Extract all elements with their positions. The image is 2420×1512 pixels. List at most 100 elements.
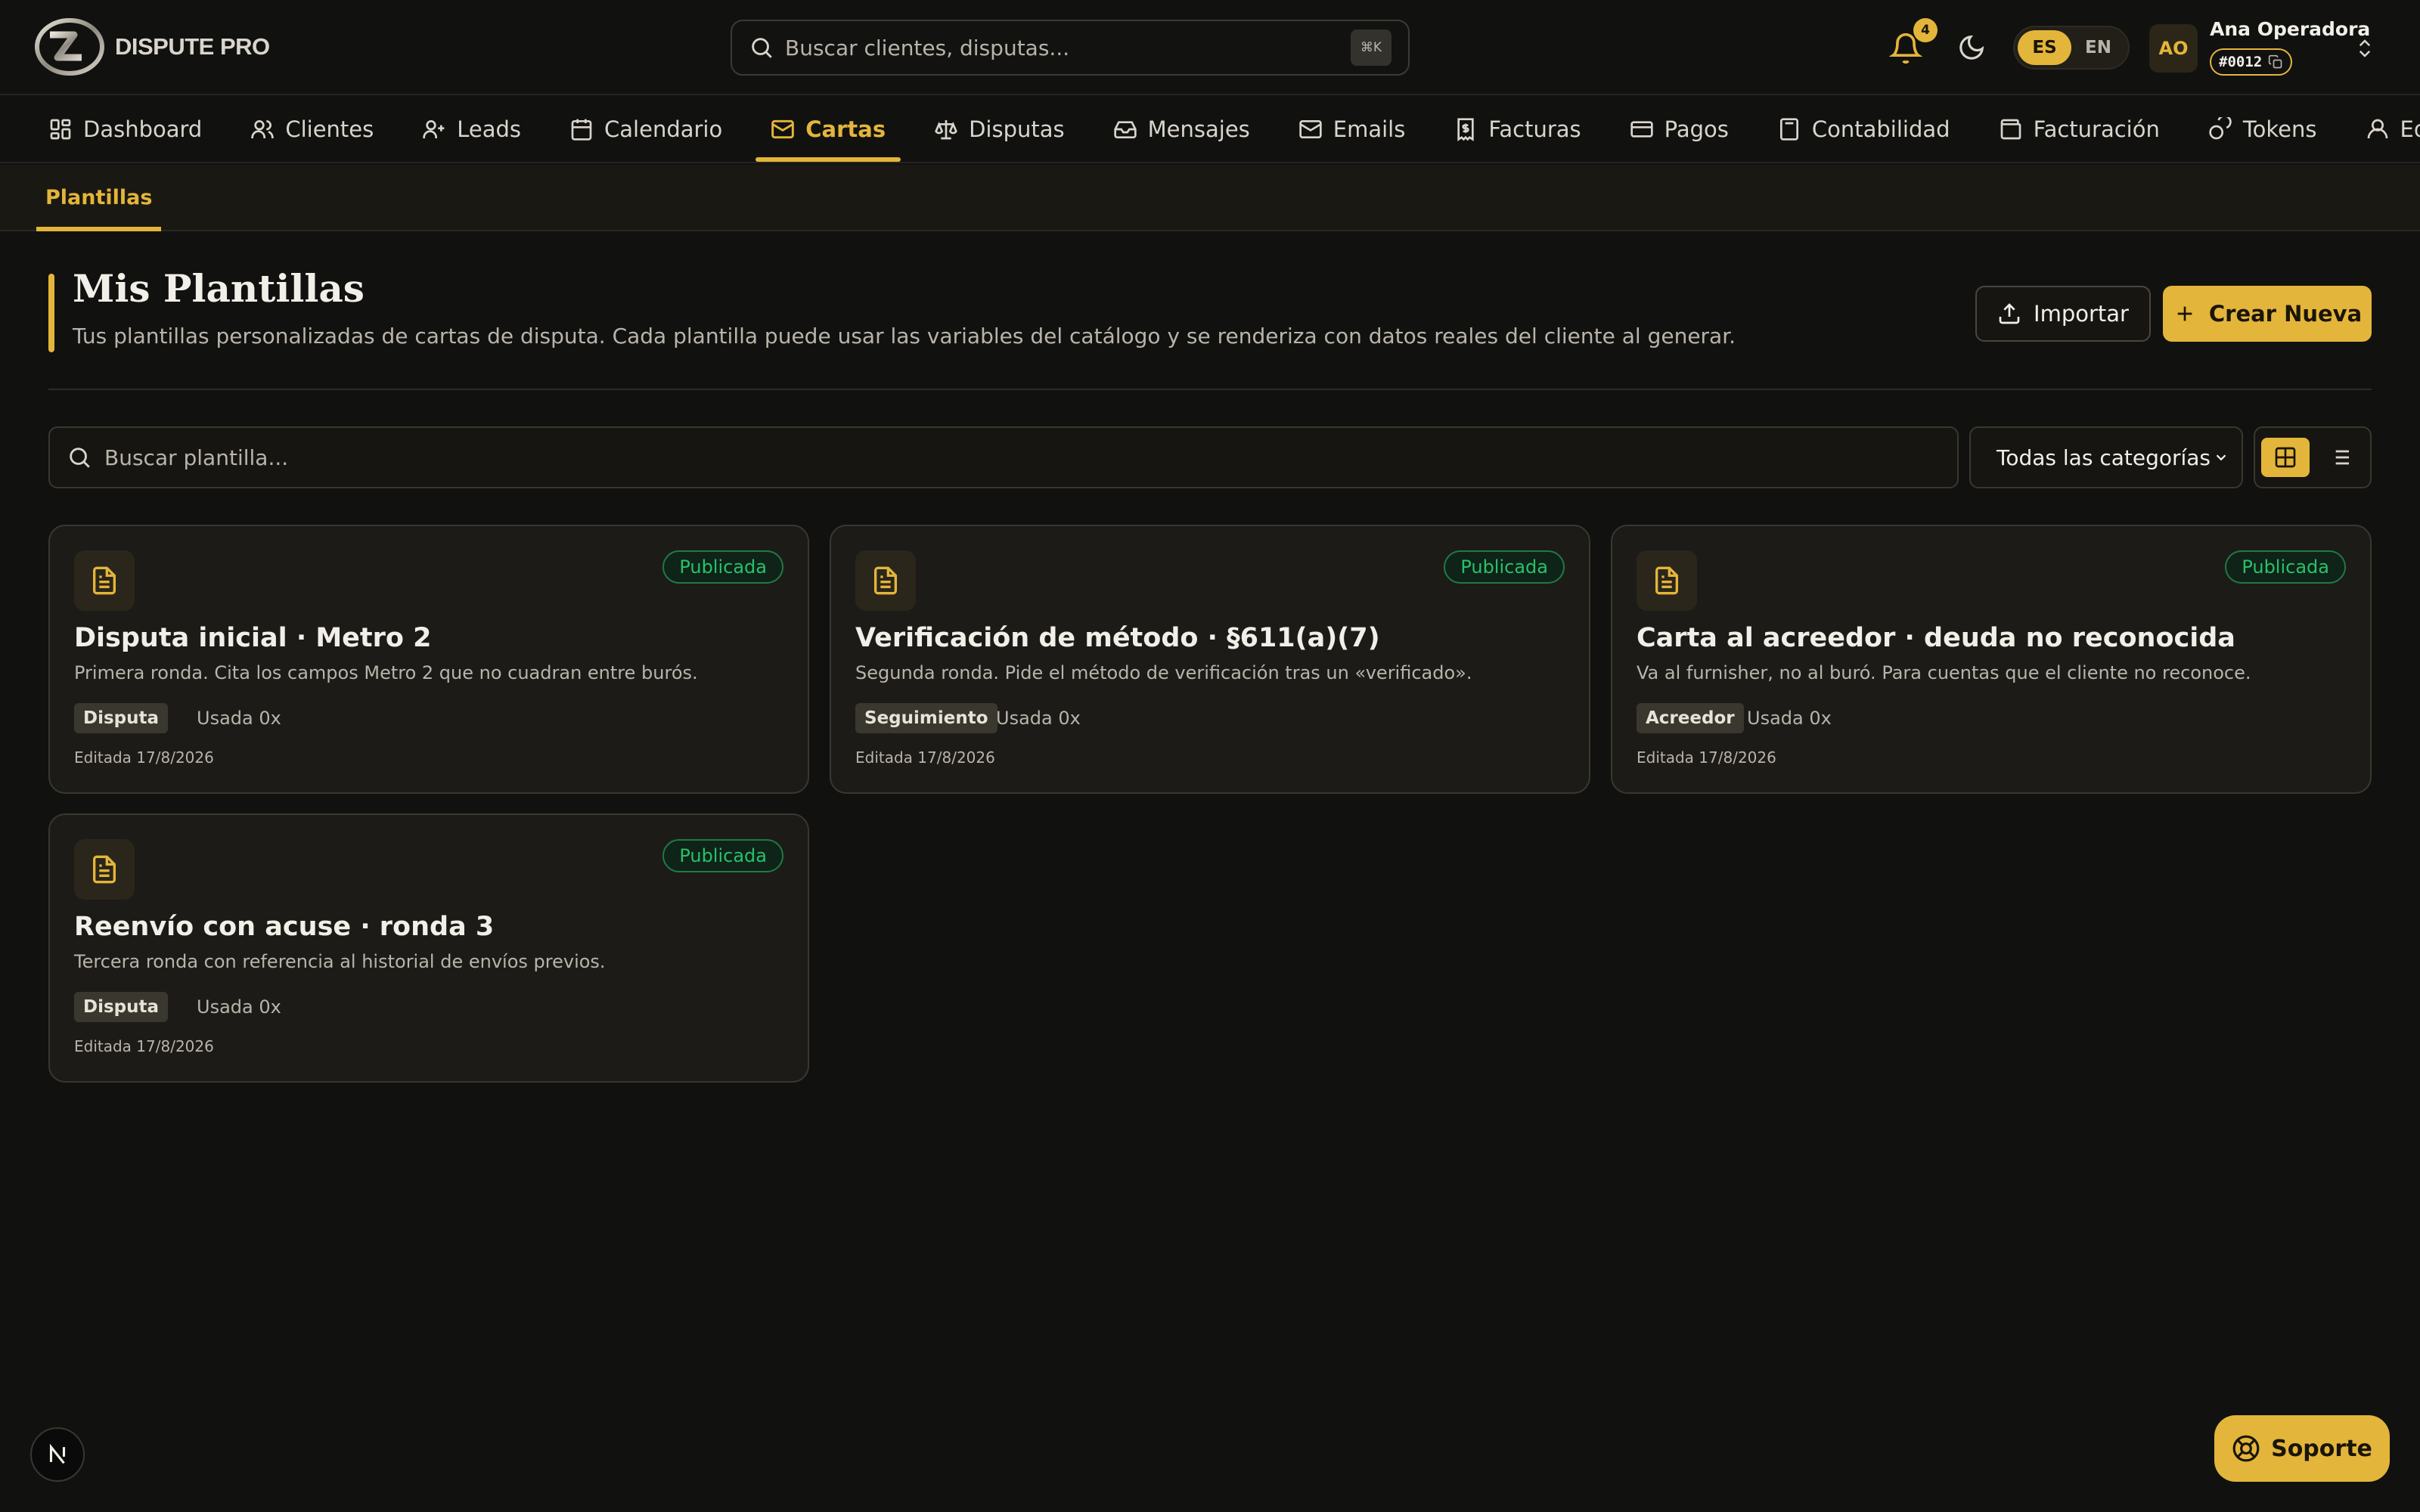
nav-item-dashboard[interactable]: Dashboard: [33, 97, 217, 162]
next-devtools-button[interactable]: [30, 1427, 85, 1482]
create-label: Crear Nueva: [2208, 301, 2363, 327]
template-description: Va al furnisher, no al buró. Para cuenta…: [1637, 662, 2251, 683]
user-icon: [2367, 119, 2387, 139]
tab-plantillas[interactable]: Plantillas: [36, 165, 162, 231]
support-button[interactable]: Soporte: [2214, 1415, 2390, 1482]
language-en-button[interactable]: EN: [2071, 30, 2125, 65]
copy-icon[interactable]: [2268, 54, 2283, 70]
status-badge: Publicada: [2225, 550, 2346, 584]
main-nav: Dashboard Clientes Leads Calendario Cart…: [0, 97, 2420, 163]
template-card[interactable]: Publicada Carta al acreedor · deuda no r…: [1611, 525, 2372, 794]
nav-item-clientes[interactable]: Clientes: [235, 97, 389, 162]
template-card[interactable]: Publicada Verificación de método · §611(…: [830, 525, 1590, 794]
import-button[interactable]: Importar: [1975, 286, 2151, 342]
edited-date: Editada 17/8/2026: [1637, 748, 1776, 767]
template-description: Tercera ronda con referencia al historia…: [74, 951, 606, 972]
grid-view-button[interactable]: [2261, 438, 2310, 477]
create-template-button[interactable]: Crear Nueva: [2163, 286, 2372, 342]
grid-icon: [2275, 447, 2296, 468]
category-tag: Acreedor: [1637, 703, 1744, 733]
nav-item-leads[interactable]: Leads: [407, 97, 536, 162]
users-icon: [251, 120, 275, 138]
list-view-button[interactable]: [2316, 438, 2364, 477]
header-divider: [48, 389, 2372, 390]
nav-item-cartas[interactable]: Cartas: [755, 97, 901, 162]
nav-label: Dashboard: [83, 116, 203, 142]
support-label: Soporte: [2271, 1435, 2372, 1462]
nav-label: Facturas: [1488, 116, 1581, 142]
nav-item-mensajes[interactable]: Mensajes: [1098, 97, 1265, 162]
user-name: Ana Operadora: [2210, 18, 2371, 40]
category-tag: Disputa: [74, 703, 169, 733]
user-id-badge[interactable]: #0012: [2210, 48, 2293, 76]
nav-label: Equipo: [2400, 116, 2420, 142]
template-title: Carta al acreedor · deuda no reconocida: [1637, 623, 2235, 653]
moon-icon[interactable]: [1957, 33, 1986, 62]
template-title: Disputa inicial · Metro 2: [74, 623, 432, 653]
credit-card-icon: [1630, 121, 1653, 138]
document-icon: [74, 550, 135, 611]
language-toggle: ES EN: [2013, 26, 2130, 70]
document-icon: [855, 550, 916, 611]
nav-label: Disputas: [969, 116, 1065, 142]
global-search-input[interactable]: Buscar clientes, disputas... ⌘K: [731, 20, 1410, 76]
template-description: Segunda ronda. Pide el método de verific…: [855, 662, 1472, 683]
global-search-placeholder: Buscar clientes, disputas...: [785, 35, 1070, 60]
brand-name: DISPUTE PRO: [115, 33, 270, 60]
edited-date: Editada 17/8/2026: [855, 748, 995, 767]
user-id: #0012: [2219, 54, 2263, 70]
page-title: Mis Plantillas: [73, 266, 365, 311]
user-plus-icon: [423, 120, 445, 138]
search-shortcut-hint: ⌘K: [1351, 29, 1392, 66]
category-tag: Seguimiento: [855, 703, 997, 733]
nav-label: Facturación: [2033, 116, 2160, 142]
nav-item-facturas[interactable]: Facturas: [1438, 97, 1596, 162]
nav-label: Calendario: [604, 116, 723, 142]
list-icon: [2331, 450, 2349, 465]
sub-nav: Plantillas: [0, 165, 2420, 231]
brand-logo[interactable]: DISPUTE PRO: [35, 17, 270, 77]
nav-item-facturacion[interactable]: Facturación: [1984, 97, 2175, 162]
nav-label: Cartas: [805, 116, 886, 142]
language-es-button[interactable]: ES: [2018, 30, 2071, 65]
envelope-icon: [1299, 120, 1322, 138]
nav-item-emails[interactable]: Emails: [1283, 97, 1421, 162]
logo-mark-icon: [35, 18, 104, 76]
calculator-icon: [1779, 118, 1798, 141]
n-logo-icon: [49, 1443, 66, 1464]
scale-icon: [935, 120, 957, 140]
chevron-up-down-icon[interactable]: [2353, 36, 2376, 60]
nav-label: Clientes: [285, 116, 374, 142]
nav-item-tokens[interactable]: Tokens: [2193, 97, 2332, 162]
dashboard-icon: [50, 119, 71, 140]
category-tag: Disputa: [74, 992, 169, 1022]
nav-item-disputas[interactable]: Disputas: [919, 97, 1080, 162]
inbox-icon: [1113, 121, 1137, 138]
notification-count-badge: 4: [1913, 18, 1938, 42]
document-icon: [74, 839, 135, 900]
nav-label: Contabilidad: [1811, 116, 1950, 142]
template-title: Verificación de método · §611(a)(7): [855, 623, 1380, 653]
page-subtitle: Tus plantillas personalizadas de cartas …: [73, 324, 1736, 349]
nav-item-contabilidad[interactable]: Contabilidad: [1762, 97, 1965, 162]
life-buoy-icon: [2232, 1435, 2260, 1462]
nav-label: Leads: [457, 116, 522, 142]
category-select[interactable]: Todas las categorías: [1969, 426, 2243, 488]
template-search-placeholder: Buscar plantilla...: [104, 445, 289, 470]
template-card[interactable]: Publicada Disputa inicial · Metro 2 Prim…: [48, 525, 809, 794]
nav-item-equipo[interactable]: Equipo: [2350, 97, 2420, 162]
nav-label: Mensajes: [1147, 116, 1250, 142]
template-card[interactable]: Publicada Reenvío con acuse · ronda 3 Te…: [48, 813, 809, 1083]
nav-item-pagos[interactable]: Pagos: [1615, 97, 1744, 162]
chevron-down-icon: [2216, 454, 2226, 461]
invoice-icon: [1457, 118, 1475, 141]
edited-date: Editada 17/8/2026: [74, 748, 214, 767]
wallet-icon: [2000, 119, 2021, 140]
top-bar: DISPUTE PRO Buscar clientes, disputas...…: [0, 0, 2420, 95]
nav-item-calendario[interactable]: Calendario: [554, 97, 737, 162]
edited-date: Editada 17/8/2026: [74, 1037, 214, 1055]
nav-label: Emails: [1333, 116, 1406, 142]
template-search-input[interactable]: Buscar plantilla...: [48, 426, 1959, 488]
upload-icon: [1999, 303, 2020, 324]
avatar[interactable]: AO: [2149, 24, 2198, 73]
